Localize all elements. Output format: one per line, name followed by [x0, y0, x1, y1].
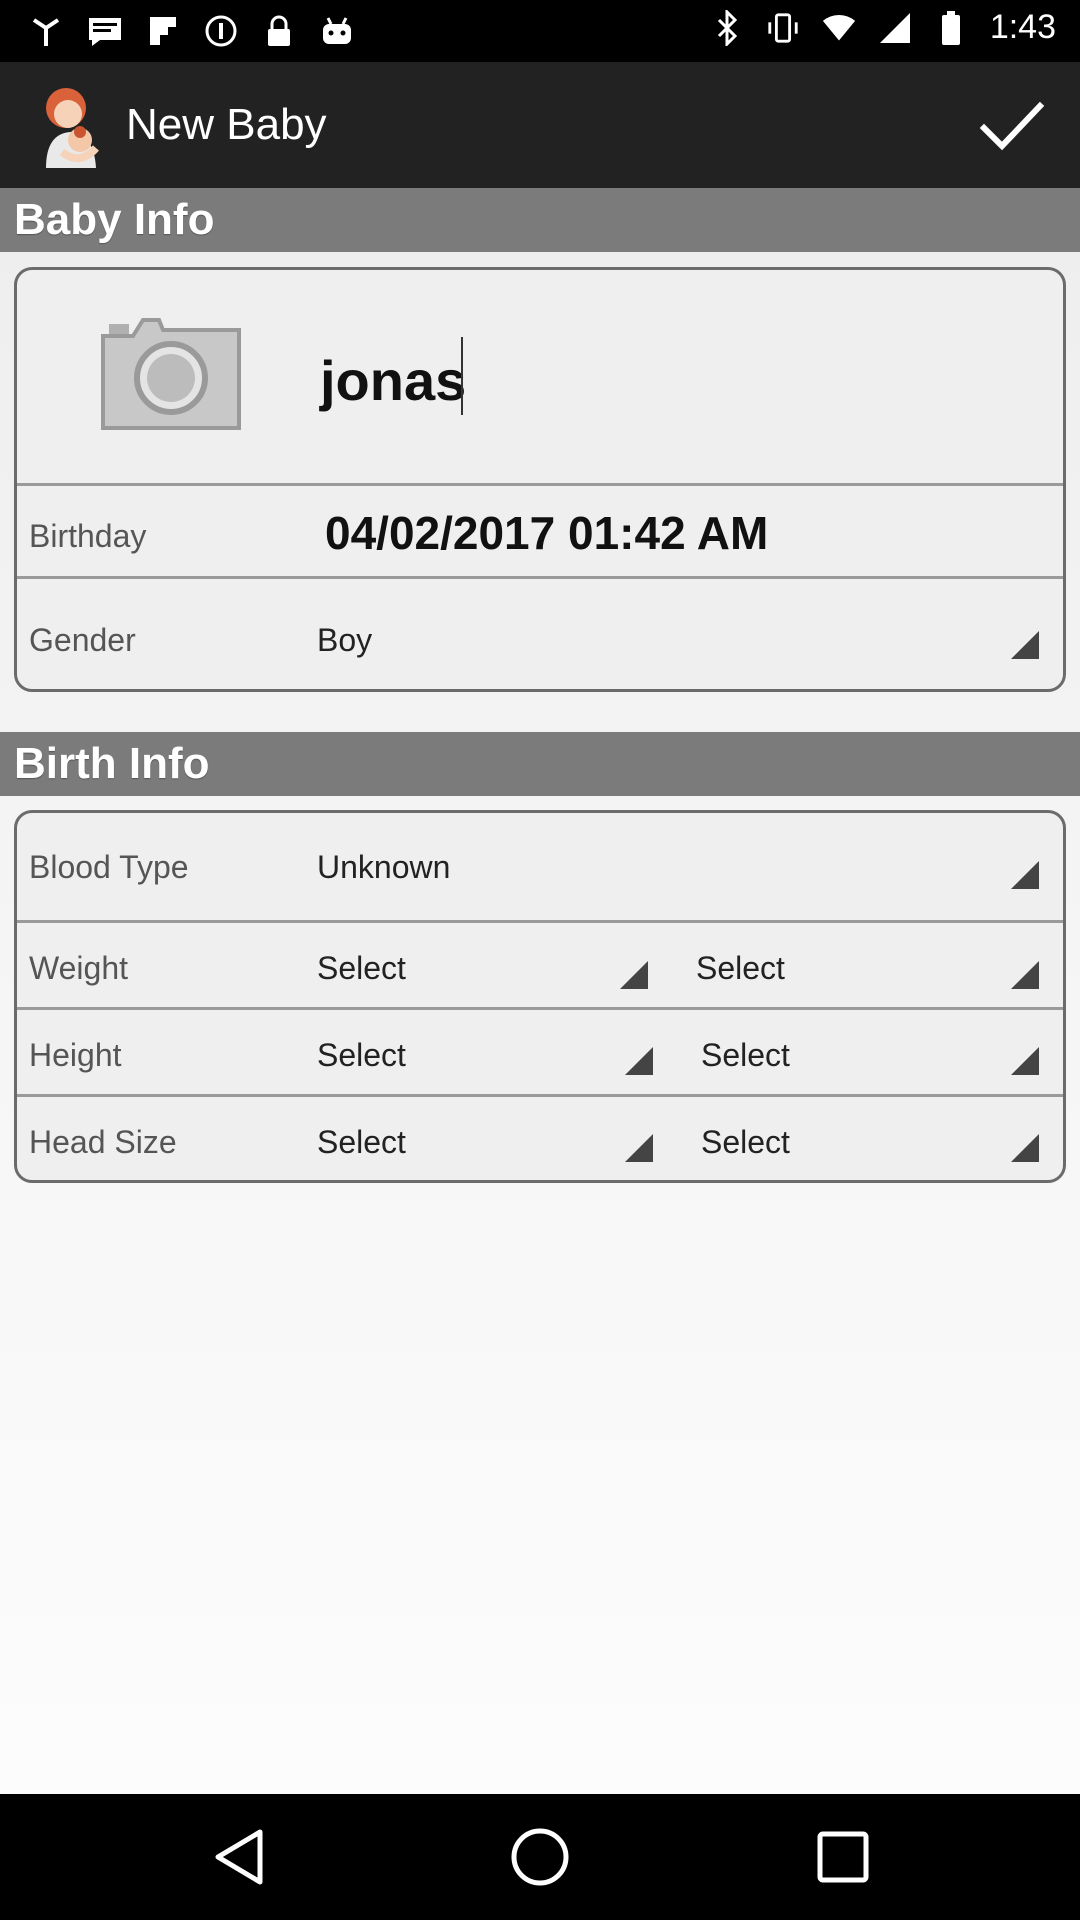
back-button[interactable] [208, 1824, 274, 1890]
home-circle-icon [511, 1828, 569, 1886]
blood-type-label: Blood Type [29, 849, 189, 885]
baby-name-input[interactable]: jonas [320, 348, 466, 413]
weight-label: Weight [29, 950, 129, 986]
recents-square-icon [817, 1831, 869, 1883]
baby-info-card: jonas Birthday 04/02/2017 01:42 AM Gende… [14, 267, 1066, 692]
divider [17, 576, 1063, 579]
flipboard-icon [146, 14, 180, 48]
app-logo-icon [36, 82, 108, 168]
vibrate-icon [766, 11, 800, 45]
dropdown-caret-icon [1011, 631, 1039, 659]
back-triangle-icon [215, 1829, 263, 1885]
navigation-bar [0, 1794, 1080, 1920]
wifi-icon [822, 11, 856, 45]
birthday-field[interactable]: 04/02/2017 01:42 AM [325, 506, 768, 560]
home-button[interactable] [507, 1824, 573, 1890]
height-dropdown-2[interactable]: Select [701, 1037, 790, 1074]
cellular-icon [878, 11, 912, 45]
message-icon [88, 14, 122, 48]
gender-label: Gender [29, 622, 136, 658]
spotify-icon [204, 14, 238, 48]
height-dropdown-1[interactable]: Select [317, 1037, 406, 1074]
divider [17, 920, 1063, 923]
divider [17, 483, 1063, 486]
dropdown-caret-icon [1011, 961, 1039, 989]
dropdown-caret-icon [1011, 1134, 1039, 1162]
dropdown-caret-icon [625, 1047, 653, 1075]
bluetooth-icon [710, 9, 744, 46]
birth-info-card: Blood Type Unknown Weight Select Select … [14, 810, 1066, 1183]
app-bar: New Baby [0, 62, 1080, 188]
height-label: Height [29, 1037, 122, 1073]
birth-info-header: Birth Info [0, 732, 1080, 796]
android-icon [320, 14, 354, 48]
status-icons-left [30, 14, 354, 48]
signal-icon [30, 14, 64, 48]
dropdown-caret-icon [1011, 1047, 1039, 1075]
battery-icon [934, 10, 968, 45]
app-title: New Baby [126, 100, 327, 149]
weight-dropdown-1[interactable]: Select [317, 950, 406, 987]
baby-info-header: Baby Info [0, 188, 1080, 252]
status-time: 1:43 [989, 8, 1056, 46]
status-icons-right: 1:43 [710, 8, 1056, 47]
camera-icon [101, 318, 241, 430]
head-size-dropdown-1[interactable]: Select [317, 1124, 406, 1161]
lock-icon [262, 14, 296, 48]
divider [17, 1094, 1063, 1097]
save-checkmark-button[interactable] [978, 96, 1046, 156]
divider [17, 1007, 1063, 1010]
gender-dropdown[interactable]: Boy [317, 622, 372, 659]
head-size-dropdown-2[interactable]: Select [701, 1124, 790, 1161]
birthday-label: Birthday [29, 518, 147, 554]
weight-dropdown-2[interactable]: Select [696, 950, 785, 987]
checkmark-icon [979, 101, 1045, 151]
camera-photo-button[interactable] [97, 314, 245, 434]
blood-type-dropdown[interactable]: Unknown [317, 849, 450, 886]
dropdown-caret-icon [1011, 861, 1039, 889]
text-cursor [461, 337, 463, 415]
status-bar: 1:43 [0, 0, 1080, 62]
recents-button[interactable] [810, 1824, 876, 1890]
dropdown-caret-icon [620, 961, 648, 989]
head-size-label: Head Size [29, 1124, 177, 1160]
dropdown-caret-icon [625, 1134, 653, 1162]
